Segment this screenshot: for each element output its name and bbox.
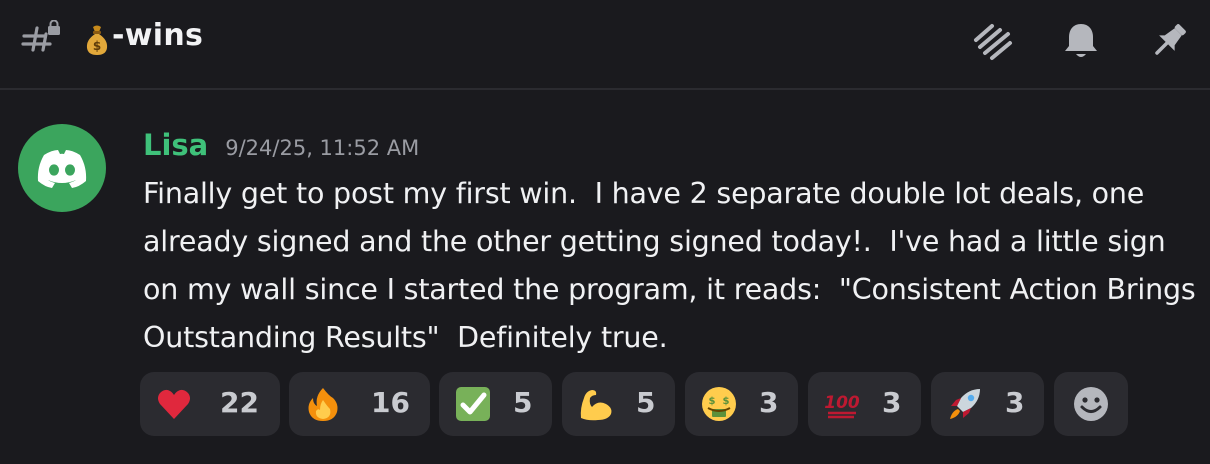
message-header: Lisa 9/24/25, 11:52 AM (143, 128, 419, 162)
pin-icon[interactable] (1146, 18, 1192, 64)
reaction-check-mark[interactable]: 5 (439, 372, 552, 436)
svg-text:$: $ (93, 39, 101, 53)
add-reaction-icon (1074, 387, 1108, 421)
threads-icon[interactable] (970, 18, 1016, 64)
svg-text:100: 100 (824, 393, 860, 413)
reaction-rocket[interactable]: 3 (931, 372, 1044, 436)
reaction-count: 3 (759, 386, 779, 419)
channel-name[interactable]: -wins (112, 18, 203, 53)
channel-header: $ -wins (0, 0, 1210, 90)
reaction-count: 16 (371, 386, 410, 419)
reaction-fire[interactable]: 16 (289, 372, 430, 436)
add-reaction-button[interactable] (1054, 372, 1128, 436)
reaction-count: 5 (513, 386, 533, 419)
notification-bell-icon[interactable] (1058, 18, 1104, 64)
reaction-count: 3 (882, 386, 902, 419)
reaction-heart[interactable]: 22 (140, 372, 280, 436)
svg-text:$: $ (723, 396, 730, 407)
author-name[interactable]: Lisa (143, 128, 208, 162)
reaction-flexed-biceps[interactable]: 5 (562, 372, 675, 436)
reaction-hundred-points[interactable]: 100 3 (808, 372, 921, 436)
message-content: Finally get to post my first win. I have… (143, 177, 1205, 354)
reaction-count: 22 (220, 386, 259, 419)
reaction-count: 5 (636, 386, 656, 419)
timestamp[interactable]: 9/24/25, 11:52 AM (225, 136, 419, 160)
flexed-biceps-icon (580, 390, 612, 421)
check-mark-button-icon (456, 387, 490, 421)
fire-icon (308, 388, 338, 421)
money-bag-icon: $ (86, 25, 108, 55)
message: Lisa 9/24/25, 11:52 AM Finally get to po… (0, 92, 1210, 464)
rocket-icon (950, 389, 980, 419)
hundred-points-icon: 100 (824, 393, 860, 419)
heart-icon (158, 389, 190, 419)
money-mouth-face-icon: $ $ (702, 387, 736, 421)
discord-logo-icon (37, 150, 87, 188)
avatar[interactable] (18, 124, 106, 212)
reaction-count: 3 (1005, 386, 1025, 419)
hashtag-lock-icon (21, 20, 60, 52)
svg-text:$: $ (709, 396, 716, 407)
reaction-money-mouth[interactable]: $ $ 3 (685, 372, 798, 436)
